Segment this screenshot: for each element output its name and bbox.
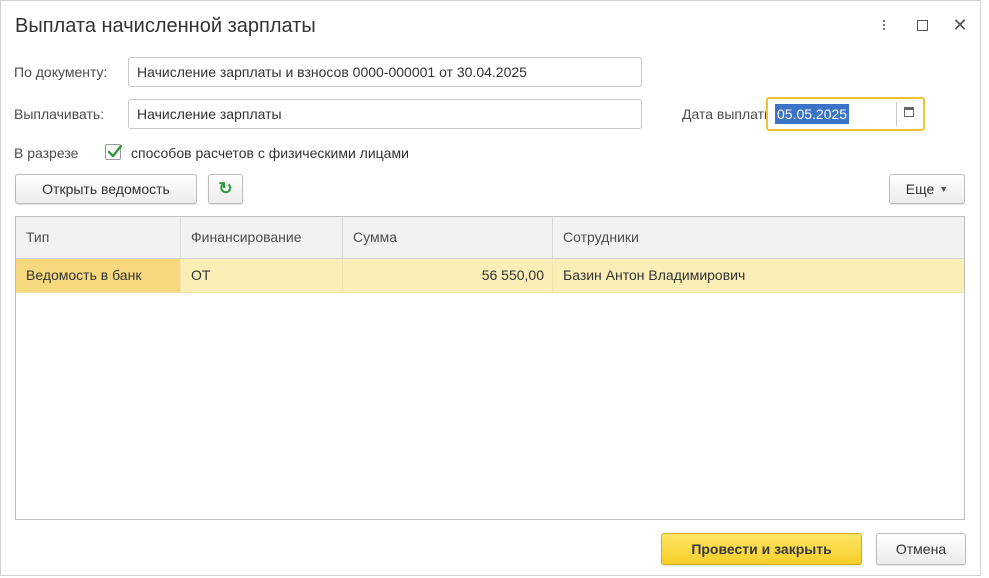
document-field[interactable]: Начисление зарплаты и взносов 0000-00000… bbox=[128, 57, 642, 87]
checkmark-icon bbox=[107, 144, 123, 158]
breakdown-label: В разрезе bbox=[14, 145, 79, 161]
column-header-type[interactable]: Тип bbox=[16, 217, 181, 258]
payments-table[interactable]: Тип Финансирование Сумма Сотрудники Ведо… bbox=[15, 216, 965, 520]
date-label: Дата выплаты: bbox=[682, 106, 778, 122]
close-icon[interactable]: ✕ bbox=[952, 15, 968, 35]
pay-field[interactable]: Начисление зарплаты bbox=[128, 99, 642, 129]
breakdown-option-label[interactable]: способов расчетов с физическими лицами bbox=[131, 145, 409, 161]
cell-financing[interactable]: ОТ bbox=[181, 259, 343, 292]
cell-employees[interactable]: Базин Антон Владимирович bbox=[553, 259, 964, 292]
open-statement-button[interactable]: Открыть ведомость bbox=[15, 174, 197, 204]
column-header-amount[interactable]: Сумма bbox=[343, 217, 553, 258]
more-label: Еще bbox=[905, 181, 935, 197]
window-controls: ✕ bbox=[876, 15, 968, 35]
cancel-button[interactable]: Отмена bbox=[876, 533, 966, 565]
more-button[interactable]: Еще ▼ bbox=[889, 174, 965, 204]
breakdown-checkbox[interactable] bbox=[105, 144, 123, 160]
dialog-window: Выплата начисленной зарплаты ✕ По докуме… bbox=[0, 0, 981, 576]
table-row[interactable]: Ведомость в банк ОТ 56 550,00 Базин Анто… bbox=[16, 259, 964, 293]
table-header: Тип Финансирование Сумма Сотрудники bbox=[16, 217, 964, 259]
open-statement-label: Открыть ведомость bbox=[42, 181, 170, 197]
calendar-icon[interactable] bbox=[904, 107, 914, 117]
column-header-financing[interactable]: Финансирование bbox=[181, 217, 343, 258]
chevron-down-icon: ▼ bbox=[939, 184, 949, 194]
date-separator bbox=[896, 102, 897, 126]
more-icon[interactable] bbox=[876, 15, 892, 35]
refresh-icon: ↻ bbox=[218, 179, 233, 198]
post-and-close-label: Провести и закрыть bbox=[691, 541, 832, 557]
cell-amount[interactable]: 56 550,00 bbox=[343, 259, 553, 292]
dialog-title: Выплата начисленной зарплаты bbox=[15, 15, 316, 37]
refresh-button[interactable]: ↻ bbox=[208, 174, 243, 204]
document-label: По документу: bbox=[14, 64, 108, 80]
date-field[interactable]: 05.05.2025 bbox=[766, 97, 925, 131]
pay-label: Выплачивать: bbox=[14, 106, 105, 122]
cell-type[interactable]: Ведомость в банк bbox=[16, 259, 181, 292]
cancel-label: Отмена bbox=[895, 541, 947, 557]
date-value[interactable]: 05.05.2025 bbox=[775, 104, 850, 124]
column-header-employees[interactable]: Сотрудники bbox=[553, 217, 964, 258]
maximize-icon[interactable] bbox=[914, 15, 930, 35]
post-and-close-button[interactable]: Провести и закрыть bbox=[661, 533, 862, 565]
